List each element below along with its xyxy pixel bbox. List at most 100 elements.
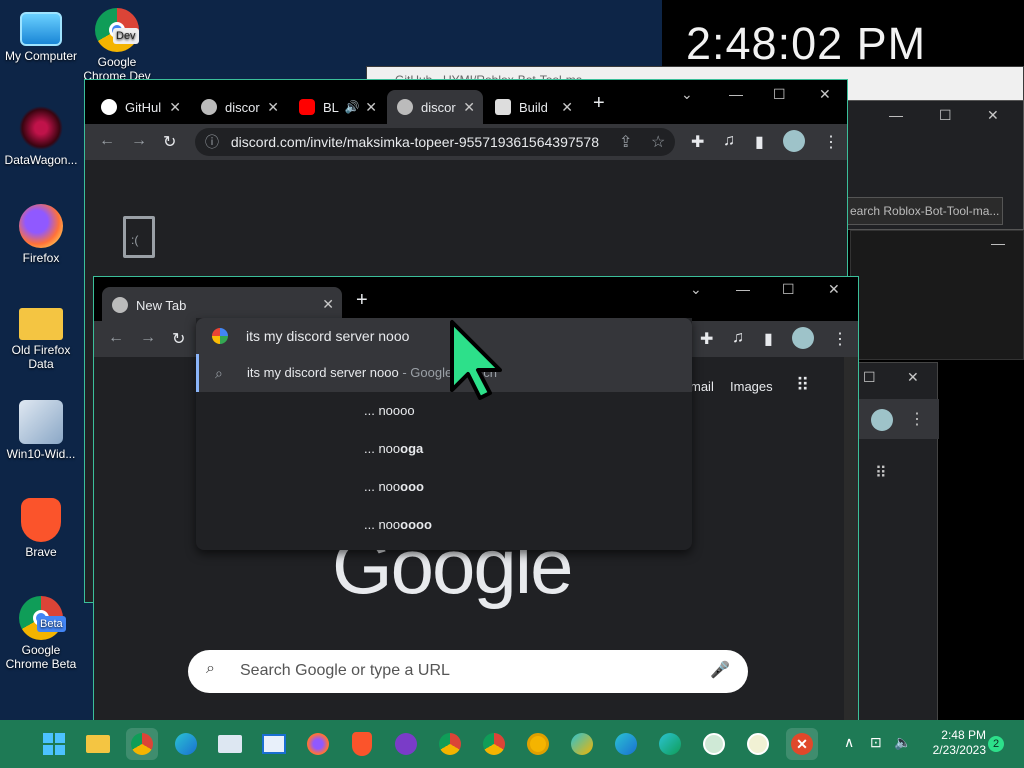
close-icon[interactable]: ✕: [365, 99, 377, 116]
taskbar-close-app[interactable]: ✕: [786, 728, 818, 760]
close-icon[interactable]: ✕: [463, 99, 475, 116]
volume-icon[interactable]: 🔈: [894, 734, 911, 751]
taskbar-game-app[interactable]: [390, 728, 422, 760]
taskbar-chrome-dev[interactable]: [478, 728, 510, 760]
taskbar-firefox[interactable]: [302, 728, 334, 760]
tab-discord-1[interactable]: discor ✕: [191, 90, 287, 124]
close-icon[interactable]: ✕: [819, 86, 831, 103]
desktop-icon-my-computer[interactable]: My Computer: [0, 8, 82, 63]
maximize-icon[interactable]: ☐: [863, 369, 876, 386]
more-menu-icon[interactable]: ⋮: [823, 132, 839, 152]
chrome-dev-icon: [483, 733, 505, 755]
side-panel-icon[interactable]: ▮: [764, 329, 773, 349]
desktop-icon-chrome-dev[interactable]: Dev Google Chrome Dev: [76, 8, 158, 83]
taskbar-chrome-beta[interactable]: [434, 728, 466, 760]
chevron-down-icon[interactable]: ⌄: [690, 281, 702, 298]
avatar[interactable]: [871, 409, 893, 431]
taskbar-edge-beta[interactable]: [610, 728, 642, 760]
apps-grid-icon[interactable]: ⠿: [875, 463, 887, 483]
windows-icon: [43, 733, 65, 755]
tab-discord-active[interactable]: discor ✕: [387, 90, 483, 124]
chevron-up-icon[interactable]: ∧: [844, 734, 854, 751]
desktop-icon-datawagon[interactable]: DataWagon...: [0, 106, 82, 167]
tab-build[interactable]: Build ✕: [485, 90, 581, 124]
taskbar-chrome[interactable]: [126, 728, 158, 760]
back-icon[interactable]: ←: [108, 329, 124, 347]
chevron-down-icon[interactable]: ⌄: [681, 86, 693, 103]
maximize-icon[interactable]: ☐: [939, 107, 952, 124]
star-icon[interactable]: ☆: [651, 132, 665, 152]
chrome-icon: [131, 733, 153, 755]
new-tab-button[interactable]: +: [356, 289, 368, 312]
scrollbar[interactable]: [844, 357, 858, 720]
audio-icon[interactable]: 🔊: [345, 100, 360, 114]
maximize-icon[interactable]: ☐: [782, 281, 795, 298]
minimize-icon[interactable]: —: [991, 235, 1005, 251]
close-icon[interactable]: ✕: [987, 107, 999, 124]
microphone-icon[interactable]: 🎤: [710, 660, 730, 680]
close-icon[interactable]: ✕: [828, 281, 840, 298]
taskbar-edge-dev[interactable]: [654, 728, 686, 760]
taskbar-clock[interactable]: 2:48 PM 2/23/2023: [922, 728, 986, 758]
extensions-icon[interactable]: ✚: [691, 132, 704, 152]
taskbar-control-panel[interactable]: [258, 728, 290, 760]
taskbar-chrome-canary[interactable]: [522, 728, 554, 760]
start-button[interactable]: [38, 728, 70, 760]
more-menu-icon[interactable]: ⋮: [909, 409, 925, 429]
minimize-icon[interactable]: —: [736, 281, 750, 297]
tab-youtube[interactable]: BL 🔊 ✕: [289, 90, 385, 124]
network-icon[interactable]: ⊡: [870, 734, 882, 751]
suggestion-row[interactable]: ⌕ its my discord server nooo - Google Se…: [196, 354, 692, 392]
reload-icon[interactable]: ↻: [163, 132, 176, 152]
avatar[interactable]: [792, 327, 814, 349]
reload-icon[interactable]: ↻: [172, 329, 185, 349]
desktop-icon-brave[interactable]: Brave: [0, 498, 82, 559]
apps-grid-icon[interactable]: ⠿: [796, 375, 809, 396]
close-icon[interactable]: ✕: [322, 296, 334, 313]
media-icon[interactable]: ♫: [723, 132, 735, 150]
gmail-link[interactable]: mail: [690, 379, 714, 394]
images-link[interactable]: Images: [730, 379, 773, 394]
background-window[interactable]: — ☐ ✕ earch Roblox-Bot-Tool-ma...: [846, 100, 1024, 230]
media-icon[interactable]: ♫: [732, 329, 744, 347]
close-icon[interactable]: ✕: [169, 99, 181, 116]
close-icon[interactable]: ✕: [267, 99, 279, 116]
taskbar-file-explorer[interactable]: [82, 728, 114, 760]
suggestion-row[interactable]: ... noooooo: [196, 506, 692, 544]
background-search-field[interactable]: earch Roblox-Bot-Tool-ma...: [847, 197, 1003, 225]
taskbar-app-tool-2[interactable]: [742, 728, 774, 760]
close-icon[interactable]: ✕: [907, 369, 919, 386]
suggestion-row[interactable]: ... noooo: [196, 392, 692, 430]
forward-icon[interactable]: →: [140, 329, 156, 347]
more-menu-icon[interactable]: ⋮: [832, 329, 848, 349]
address-bar[interactable]: ⓘ discord.com/invite/maksimka-topeer-955…: [195, 128, 675, 156]
extensions-icon[interactable]: ✚: [700, 329, 713, 349]
notification-badge[interactable]: 2: [988, 736, 1004, 752]
side-panel-icon[interactable]: ▮: [755, 132, 764, 152]
taskbar-task-manager[interactable]: [214, 728, 246, 760]
taskbar-app-tool[interactable]: [698, 728, 730, 760]
desktop-icon-firefox[interactable]: Firefox: [0, 204, 82, 265]
new-tab-button[interactable]: +: [593, 92, 605, 115]
chrome-beta-icon: Beta: [19, 596, 66, 640]
close-icon[interactable]: ✕: [561, 99, 573, 116]
forward-icon[interactable]: →: [131, 132, 147, 150]
suggestion-row[interactable]: ... noooga: [196, 430, 692, 468]
taskbar-brave[interactable]: [346, 728, 378, 760]
back-icon[interactable]: ←: [99, 132, 115, 150]
search-box[interactable]: ⌕ Search Google or type a URL 🎤: [188, 650, 748, 693]
omnibox-input[interactable]: its my discord server nooo: [196, 318, 692, 354]
background-window-3[interactable]: ☐ ✕ ⋮ ⠿: [858, 362, 939, 720]
taskbar-edge[interactable]: [170, 728, 202, 760]
desktop-icon-win10-widget[interactable]: Win10-Wid...: [0, 400, 82, 461]
share-icon[interactable]: ⇪: [619, 132, 632, 152]
desktop-icon-old-firefox-data[interactable]: Old Firefox Data: [0, 302, 82, 371]
desktop-icon-chrome-beta[interactable]: Beta Google Chrome Beta: [0, 596, 82, 671]
avatar[interactable]: [783, 130, 805, 152]
suggestion-row[interactable]: ... nooooo: [196, 468, 692, 506]
maximize-icon[interactable]: ☐: [773, 86, 786, 103]
minimize-icon[interactable]: —: [889, 107, 903, 123]
minimize-icon[interactable]: —: [729, 86, 743, 102]
taskbar-edge-canary[interactable]: [566, 728, 598, 760]
tab-github[interactable]: GitHul ✕: [91, 90, 189, 124]
